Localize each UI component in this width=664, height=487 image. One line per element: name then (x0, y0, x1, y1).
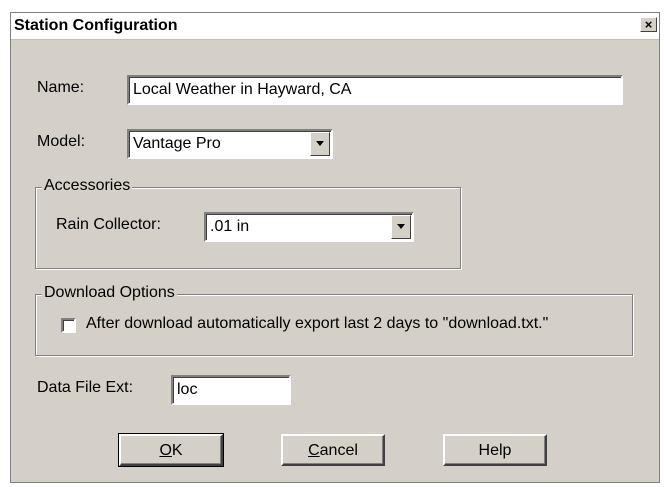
close-icon: × (644, 17, 653, 32)
accessories-group: Accessories Rain Collector: .01 in (35, 177, 461, 269)
auto-export-checkbox[interactable] (61, 318, 76, 333)
ok-mnemonic: O (159, 441, 172, 459)
cancel-label: ancel (319, 441, 358, 459)
cancel-mnemonic: C (308, 441, 320, 459)
ok-button[interactable]: OK (118, 433, 224, 467)
rain-collector-label: Rain Collector: (56, 216, 161, 233)
download-options-group: Download Options After download automati… (35, 284, 633, 356)
data-file-ext-field[interactable] (171, 375, 291, 405)
rain-collector-select[interactable]: .01 in (204, 212, 414, 242)
model-label: Model: (37, 133, 86, 150)
model-select[interactable]: Vantage Pro (127, 129, 333, 159)
name-label: Name: (37, 79, 85, 96)
name-field[interactable] (127, 75, 623, 105)
chevron-down-icon[interactable] (391, 215, 411, 239)
ok-label: K (171, 441, 183, 459)
close-button[interactable]: × (640, 17, 657, 32)
rain-collector-value: .01 in (210, 218, 250, 235)
model-value: Vantage Pro (133, 135, 221, 152)
help-button[interactable]: Help (443, 434, 547, 466)
accessories-legend: Accessories (42, 177, 133, 195)
chevron-down-icon[interactable] (310, 132, 330, 156)
title-bar: Station Configuration × (11, 13, 659, 40)
dialog-title: Station Configuration (14, 17, 178, 34)
data-file-ext-label: Data File Ext: (37, 379, 134, 396)
auto-export-label[interactable]: After download automatically export last… (86, 315, 548, 333)
station-configuration-dialog: Station Configuration × Name: Model: Van… (10, 12, 660, 483)
cancel-button[interactable]: Cancel (281, 434, 385, 466)
download-options-legend: Download Options (42, 284, 177, 302)
